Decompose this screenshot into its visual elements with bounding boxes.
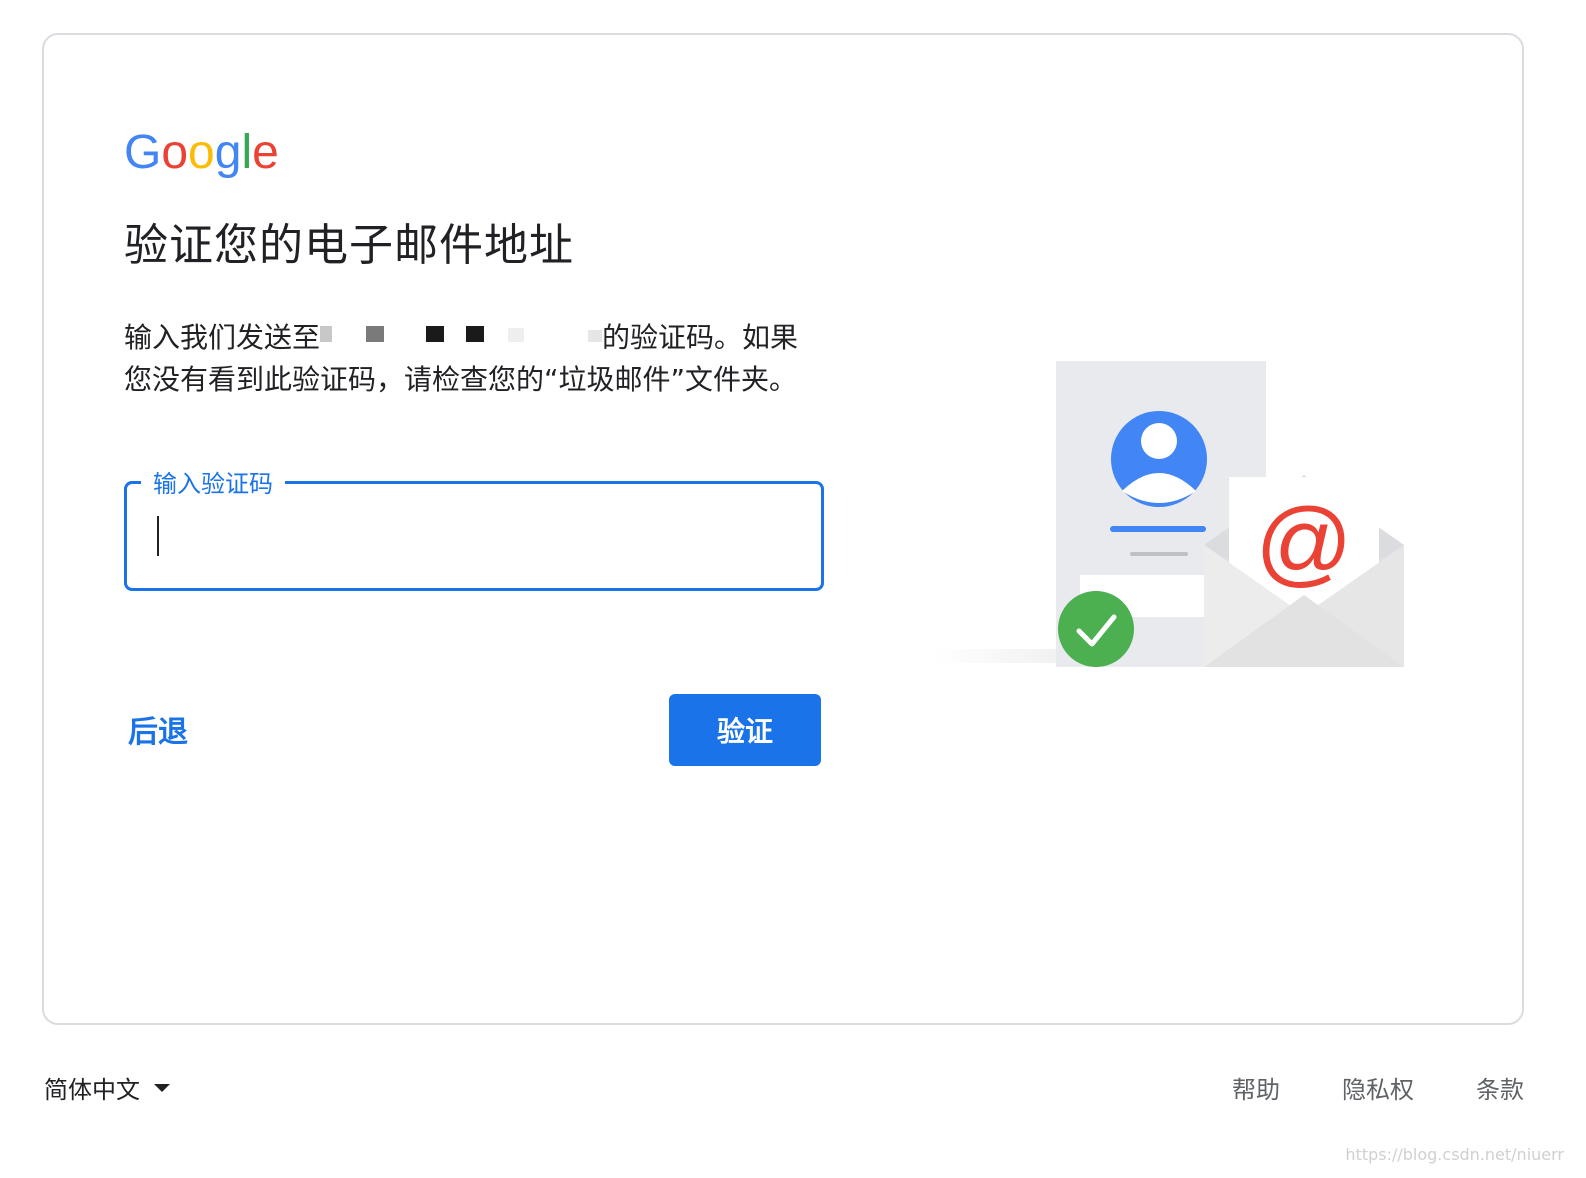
verification-code-label: 输入验证码 <box>141 464 285 499</box>
help-link[interactable]: 帮助 <box>1232 1070 1280 1105</box>
language-selector[interactable]: 简体中文 <box>44 1070 170 1105</box>
verification-code-field[interactable]: 输入验证码 <box>124 464 824 591</box>
chevron-down-icon <box>154 1083 170 1092</box>
verify-email-card: Google 验证您的电子邮件地址 输入我们发送至 的验证码。如果您没有看到此验证… <box>42 33 1524 1025</box>
footer-links: 帮助 隐私权 条款 <box>1232 1070 1524 1105</box>
language-label: 简体中文 <box>44 1076 140 1104</box>
google-logo-icon: Google <box>124 126 279 179</box>
verify-button[interactable]: 验证 <box>669 694 821 766</box>
back-button[interactable]: 后退 <box>128 707 188 751</box>
redacted-email <box>320 324 603 354</box>
email-verification-illustration: @ <box>934 361 1404 667</box>
watermark-text: https://blog.csdn.net/niuerr <box>1345 1145 1564 1164</box>
page-title: 验证您的电子邮件地址 <box>124 220 574 271</box>
checkmark-icon <box>1058 591 1134 667</box>
instruction-prefix: 输入我们发送至 <box>124 321 321 354</box>
envelope-icon: @ <box>1204 475 1404 667</box>
svg-text:Google: Google <box>124 126 279 179</box>
privacy-link[interactable]: 隐私权 <box>1342 1070 1414 1105</box>
google-logo: Google <box>124 123 284 183</box>
instruction-text: 输入我们发送至 的验证码。如果您没有看到此验证码，请检查您的“垃圾邮件”文件夹。 <box>124 317 824 401</box>
text-caret <box>157 516 159 556</box>
terms-link[interactable]: 条款 <box>1476 1070 1524 1105</box>
at-sign-icon: @ <box>1255 489 1352 596</box>
